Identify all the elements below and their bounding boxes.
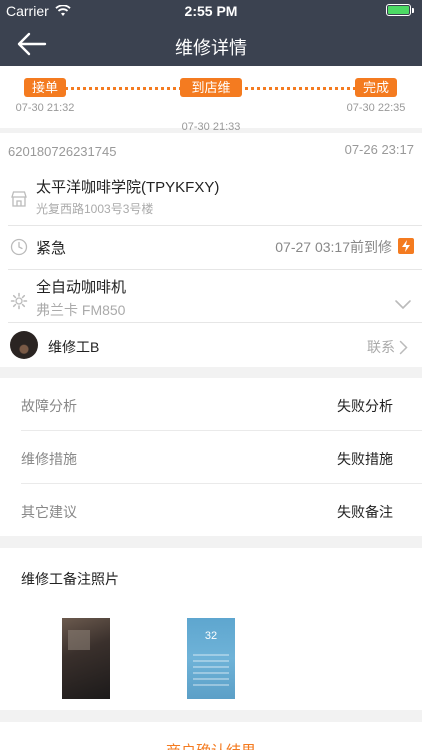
chevron-right-icon: [399, 340, 408, 354]
status-bar: Carrier 2:55 PM: [0, 0, 422, 22]
contact-label: 联系: [367, 339, 395, 355]
nav-bar: 维修详情: [0, 22, 422, 66]
step-label: 接单: [23, 78, 66, 97]
analysis-value: 失败分析: [337, 398, 393, 414]
device-model: 弗兰卡 FM850: [36, 302, 126, 318]
analysis-key: 其它建议: [21, 504, 77, 520]
analysis-value: 失败备注: [337, 504, 393, 520]
analysis-value: 失败措施: [337, 451, 393, 467]
contact-button[interactable]: 联系: [367, 337, 408, 357]
divider: [8, 225, 422, 226]
progress-tracker: 接单 07-30 21:32 到店维修 07-30 21:33 完成 07-30…: [0, 66, 422, 133]
repair-analysis-card: 故障分析 失败分析 维修措施 失败措施 其它建议 失败备注: [0, 378, 422, 536]
merchant-confirm-card[interactable]: 商户确认结果: [0, 722, 422, 750]
analysis-row-measures: 维修措施 失败措施: [0, 431, 422, 484]
device-name: 全自动咖啡机: [36, 279, 127, 296]
photos-title: 维修工备注照片: [21, 571, 119, 587]
order-time: 07-26 23:17: [344, 142, 414, 157]
analysis-row-suggestions: 其它建议 失败备注: [0, 484, 422, 537]
order-number: 620180726231745: [8, 144, 117, 159]
step-time: 07-30 21:33: [181, 121, 241, 133]
chevron-down-icon[interactable]: [394, 299, 412, 311]
shop-icon: [11, 191, 27, 207]
photo-thumbnail[interactable]: 32: [187, 618, 235, 699]
shop-name: 太平洋咖啡学院(TPYKFXY): [36, 179, 220, 196]
step-accepted: 接单 07-30 21:32: [14, 78, 76, 114]
analysis-row-fault: 故障分析 失败分析: [0, 378, 422, 431]
avatar: [10, 331, 38, 359]
clock-time: 2:55 PM: [184, 3, 238, 19]
gear-icon: [10, 292, 28, 310]
analysis-key: 故障分析: [21, 398, 77, 414]
due-time: 07-27 03:17前到修: [275, 239, 392, 255]
urgency-label: 紧急: [36, 240, 67, 257]
step-label: 完成: [354, 78, 397, 97]
worker-name: 维修工B: [48, 339, 100, 355]
lightning-icon: [398, 238, 414, 254]
divider: [8, 269, 422, 270]
order-info-card: 620180726231745 07-26 23:17 太平洋咖啡学院(TPYK…: [0, 133, 422, 367]
battery-icon: [386, 4, 414, 16]
step-onsite-repair: 到店维修 07-30 21:33: [180, 78, 242, 133]
worker-photos-card: 维修工备注照片 32: [0, 548, 422, 710]
step-time: 07-30 22:35: [346, 102, 406, 114]
step-completed: 完成 07-30 22:35: [344, 78, 408, 114]
photo-temp-text: 32: [204, 630, 218, 642]
photo-thumbnail[interactable]: [62, 618, 110, 699]
divider: [8, 322, 422, 323]
step-label: 到店维修: [180, 78, 242, 114]
merchant-confirm-label: 商户确认结果: [0, 740, 422, 750]
step-time: 07-30 21:32: [15, 102, 75, 114]
clock-icon: [10, 238, 28, 256]
shop-address: 光复西路1003号3号楼: [36, 202, 154, 216]
battery-fill: [388, 6, 409, 14]
analysis-key: 维修措施: [21, 451, 77, 467]
page-title: 维修详情: [175, 38, 247, 58]
